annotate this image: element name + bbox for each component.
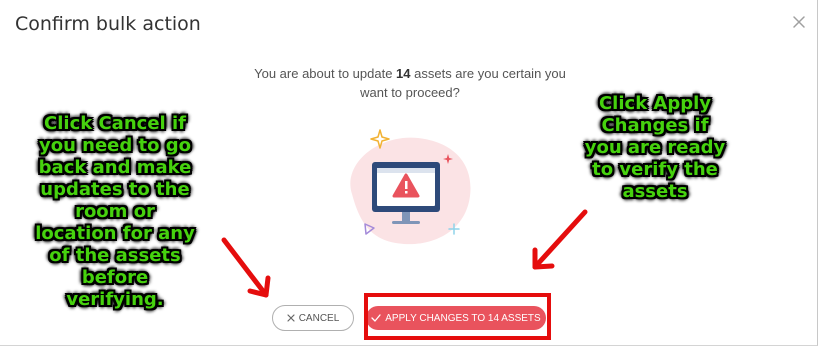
- dialog-title: Confirm bulk action: [15, 13, 201, 35]
- apply-instruction-note: Click Apply Changes if you are ready to …: [584, 93, 726, 202]
- cancel-button[interactable]: CANCEL: [272, 305, 354, 331]
- cancel-instruction-note: Click Cancel if you need to go back and …: [35, 113, 195, 310]
- highlight-box: [364, 293, 551, 340]
- warning-monitor-illustration: [350, 129, 471, 245]
- message-prefix: You are about to update: [254, 66, 397, 81]
- close-icon: [287, 314, 295, 322]
- close-icon: [793, 16, 805, 28]
- close-button[interactable]: [791, 14, 807, 30]
- confirmation-message: You are about to update 14 assets are yo…: [250, 64, 570, 102]
- asset-count: 14: [396, 66, 411, 81]
- cancel-label: CANCEL: [298, 312, 340, 324]
